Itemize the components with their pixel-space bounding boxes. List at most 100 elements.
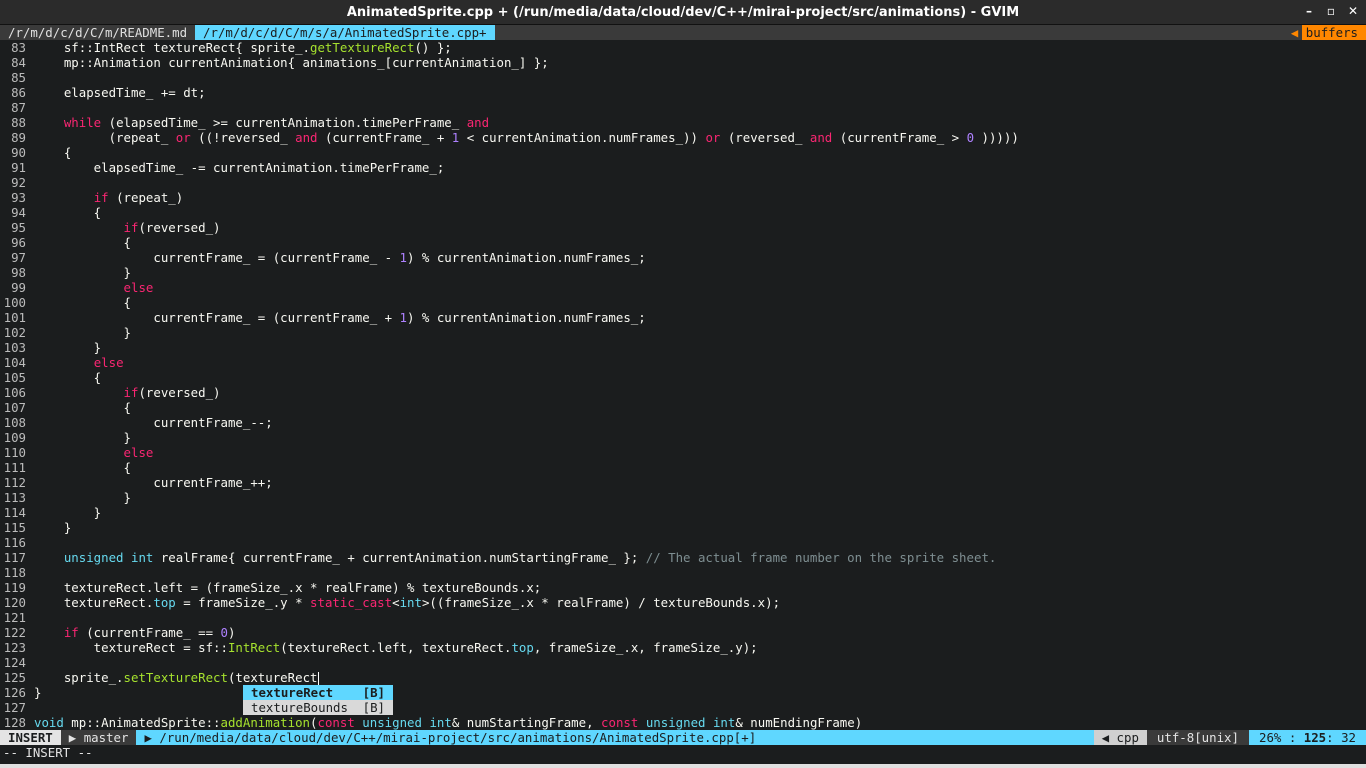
code-line[interactable]: 93 if (repeat_) [0, 190, 1366, 205]
line-number: 106 [3, 385, 26, 400]
code-line[interactable]: 123 textureRect = sf::IntRect(textureRec… [0, 640, 1366, 655]
code-line[interactable]: 94 { [0, 205, 1366, 220]
line-number: 103 [3, 340, 26, 355]
code-line[interactable]: 127 [0, 700, 1366, 715]
code-text: } [34, 520, 72, 535]
code-line[interactable]: 99 else [0, 280, 1366, 295]
line-number: 127 [3, 700, 26, 715]
code-text: elapsedTime_ -= currentAnimation.timePer… [34, 160, 445, 175]
code-text: while (elapsedTime_ >= currentAnimation.… [63, 115, 490, 130]
line-number: 105 [3, 370, 26, 385]
code-line[interactable]: 120 textureRect.top = frameSize_.y * sta… [0, 595, 1366, 610]
cursor-column: 32 [1341, 730, 1356, 745]
code-text: textureRect.top = frameSize_.y * static_… [34, 595, 781, 610]
code-text: sprite_.setTextureRect(textureRect [34, 670, 319, 685]
code-text: mp::Animation currentAnimation{ animatio… [34, 55, 549, 70]
completion-item[interactable]: textureRect [B] [243, 685, 393, 700]
code-line[interactable]: 126} [0, 685, 1366, 700]
code-line[interactable]: 96 { [0, 235, 1366, 250]
line-number: 100 [3, 295, 26, 310]
minimize-icon[interactable]: – [1302, 3, 1316, 19]
file-encoding: utf-8[unix] [1146, 730, 1249, 745]
code-line[interactable]: 83 sf::IntRect textureRect{ sprite_.getT… [0, 40, 1366, 55]
scroll-percent: 26% [1258, 730, 1282, 745]
code-line[interactable]: 121 [0, 610, 1366, 625]
code-line[interactable]: 98 } [0, 265, 1366, 280]
code-line[interactable]: 89 (repeat_ or ((!reversed_ and (current… [0, 130, 1366, 145]
filetype-arrow-icon: ◀ [1101, 730, 1117, 745]
line-number: 115 [3, 520, 26, 535]
code-line[interactable]: 107 { [0, 400, 1366, 415]
code-line[interactable]: 128 void mp::AnimatedSprite::addAnimation… [0, 715, 1366, 730]
line-number: 88 [11, 115, 26, 130]
command-line[interactable]: -- INSERT -- [0, 745, 1366, 762]
code-line[interactable]: 124 [0, 655, 1366, 670]
line-number: 113 [3, 490, 26, 505]
code-line[interactable]: 84 mp::Animation currentAnimation{ anima… [0, 55, 1366, 70]
line-number: 94 [11, 205, 26, 220]
code-line[interactable]: 110 else [0, 445, 1366, 460]
code-text: textureRect.left = (frameSize_.x * realF… [34, 580, 542, 595]
code-editor[interactable]: 83 sf::IntRect textureRect{ sprite_.getT… [0, 40, 1366, 730]
code-line[interactable]: 85 [0, 70, 1366, 85]
code-line[interactable]: 88 while (elapsedTime_ >= currentAnimati… [0, 115, 1366, 130]
code-line[interactable]: 101 currentFrame_ = (currentFrame_ + 1) … [0, 310, 1366, 325]
code-text: } [34, 505, 102, 520]
code-line[interactable]: 86 elapsedTime_ += dt; [0, 85, 1366, 100]
tabline-fill [495, 25, 1302, 40]
code-line[interactable]: 91 elapsedTime_ -= currentAnimation.time… [0, 160, 1366, 175]
code-line[interactable]: 114 } [0, 505, 1366, 520]
path-arrow-icon: ▶ [144, 730, 160, 745]
code-line[interactable]: 115 } [0, 520, 1366, 535]
code-line[interactable]: 113 } [0, 490, 1366, 505]
code-line[interactable]: 117 unsigned int realFrame{ currentFrame… [0, 550, 1366, 565]
line-number: 118 [3, 565, 26, 580]
file-path-text: /run/media/data/cloud/dev/C++/mirai-proj… [159, 730, 757, 745]
code-line[interactable]: 119 textureRect.left = (frameSize_.x * r… [0, 580, 1366, 595]
line-number: 119 [3, 580, 26, 595]
code-line[interactable]: 122 if (currentFrame_ == 0) [0, 625, 1366, 640]
code-line[interactable]: 105 { [0, 370, 1366, 385]
code-line[interactable]: 97 currentFrame_ = (currentFrame_ - 1) %… [0, 250, 1366, 265]
code-text: (repeat_ or ((!reversed_ and (currentFra… [34, 130, 1019, 145]
code-line[interactable]: 104 else [0, 355, 1366, 370]
code-line[interactable]: 102 } [0, 325, 1366, 340]
code-line[interactable]: 116 [0, 535, 1366, 550]
code-line[interactable]: 92 [0, 175, 1366, 190]
line-number: 92 [11, 175, 26, 190]
code-line[interactable]: 90 { [0, 145, 1366, 160]
line-number: 116 [3, 535, 26, 550]
completion-item[interactable]: textureBounds [B] [243, 700, 393, 715]
line-number: 126 [3, 685, 26, 700]
code-line[interactable]: 95 if(reversed_) [0, 220, 1366, 235]
filetype: ◀ cpp [1093, 730, 1147, 745]
mode-indicator: INSERT [0, 730, 61, 745]
tab-readme[interactable]: /r/m/d/c/d/C/m/README.md [0, 25, 195, 40]
code-line[interactable]: 125 sprite_.setTextureRect(textureRect [0, 670, 1366, 685]
code-line[interactable]: 108 currentFrame_--; [0, 415, 1366, 430]
code-text: if (repeat_) [93, 190, 184, 205]
filetype-text: cpp [1116, 730, 1139, 745]
line-number: 90 [11, 145, 26, 160]
code-text: currentFrame_ = (currentFrame_ - 1) % cu… [34, 250, 646, 265]
code-line[interactable]: 112 currentFrame_++; [0, 475, 1366, 490]
code-line[interactable]: 87 [0, 100, 1366, 115]
code-line[interactable]: 109 } [0, 430, 1366, 445]
line-number: 123 [3, 640, 26, 655]
code-text: { [34, 205, 102, 220]
line-number: 84 [11, 55, 26, 70]
branch-arrow-icon: ▶ [68, 730, 84, 745]
code-text: else [123, 280, 154, 295]
code-text: if (currentFrame_ == 0) [63, 625, 236, 640]
code-text: unsigned int realFrame{ currentFrame_ + … [63, 550, 997, 565]
tab-animatedsprite[interactable]: /r/m/d/c/d/C/m/s/a/AnimatedSprite.cpp+ [195, 25, 495, 40]
code-line[interactable]: 111 { [0, 460, 1366, 475]
line-number: 107 [3, 400, 26, 415]
completion-kind: [B] [362, 700, 385, 715]
code-line[interactable]: 118 [0, 565, 1366, 580]
code-line[interactable]: 100 { [0, 295, 1366, 310]
code-line[interactable]: 103 } [0, 340, 1366, 355]
code-line[interactable]: 106 if(reversed_) [0, 385, 1366, 400]
close-icon[interactable]: ✕ [1346, 3, 1360, 19]
maximize-icon[interactable]: ▫ [1324, 3, 1338, 19]
